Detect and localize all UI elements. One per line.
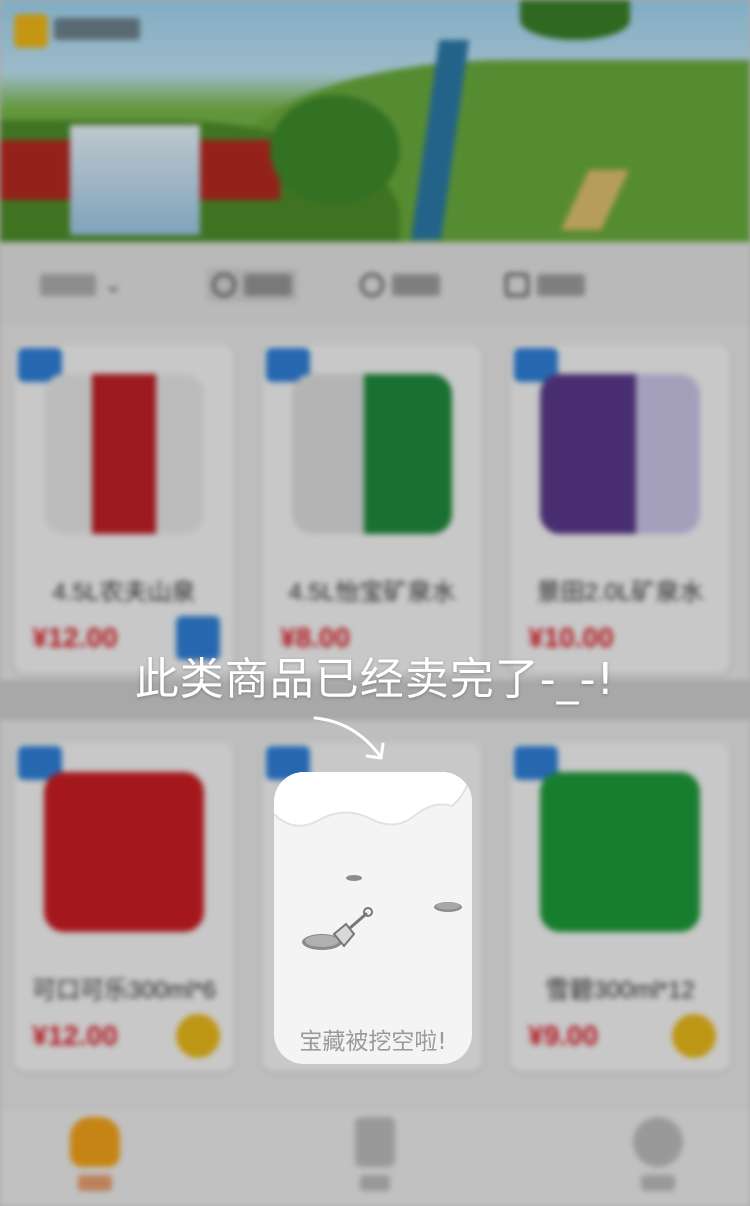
dug-holes-illustration — [302, 875, 462, 950]
shovel-icon — [332, 907, 373, 948]
empty-card-text: 宝藏被挖空啦! — [299, 1029, 447, 1055]
arrow-icon — [313, 716, 385, 760]
snow-cap-decoration — [274, 772, 472, 832]
sold-out-message: 此类商品已经卖完了-_-! — [134, 654, 616, 705]
empty-treasure-card: 宝藏被挖空啦! — [274, 772, 472, 1064]
